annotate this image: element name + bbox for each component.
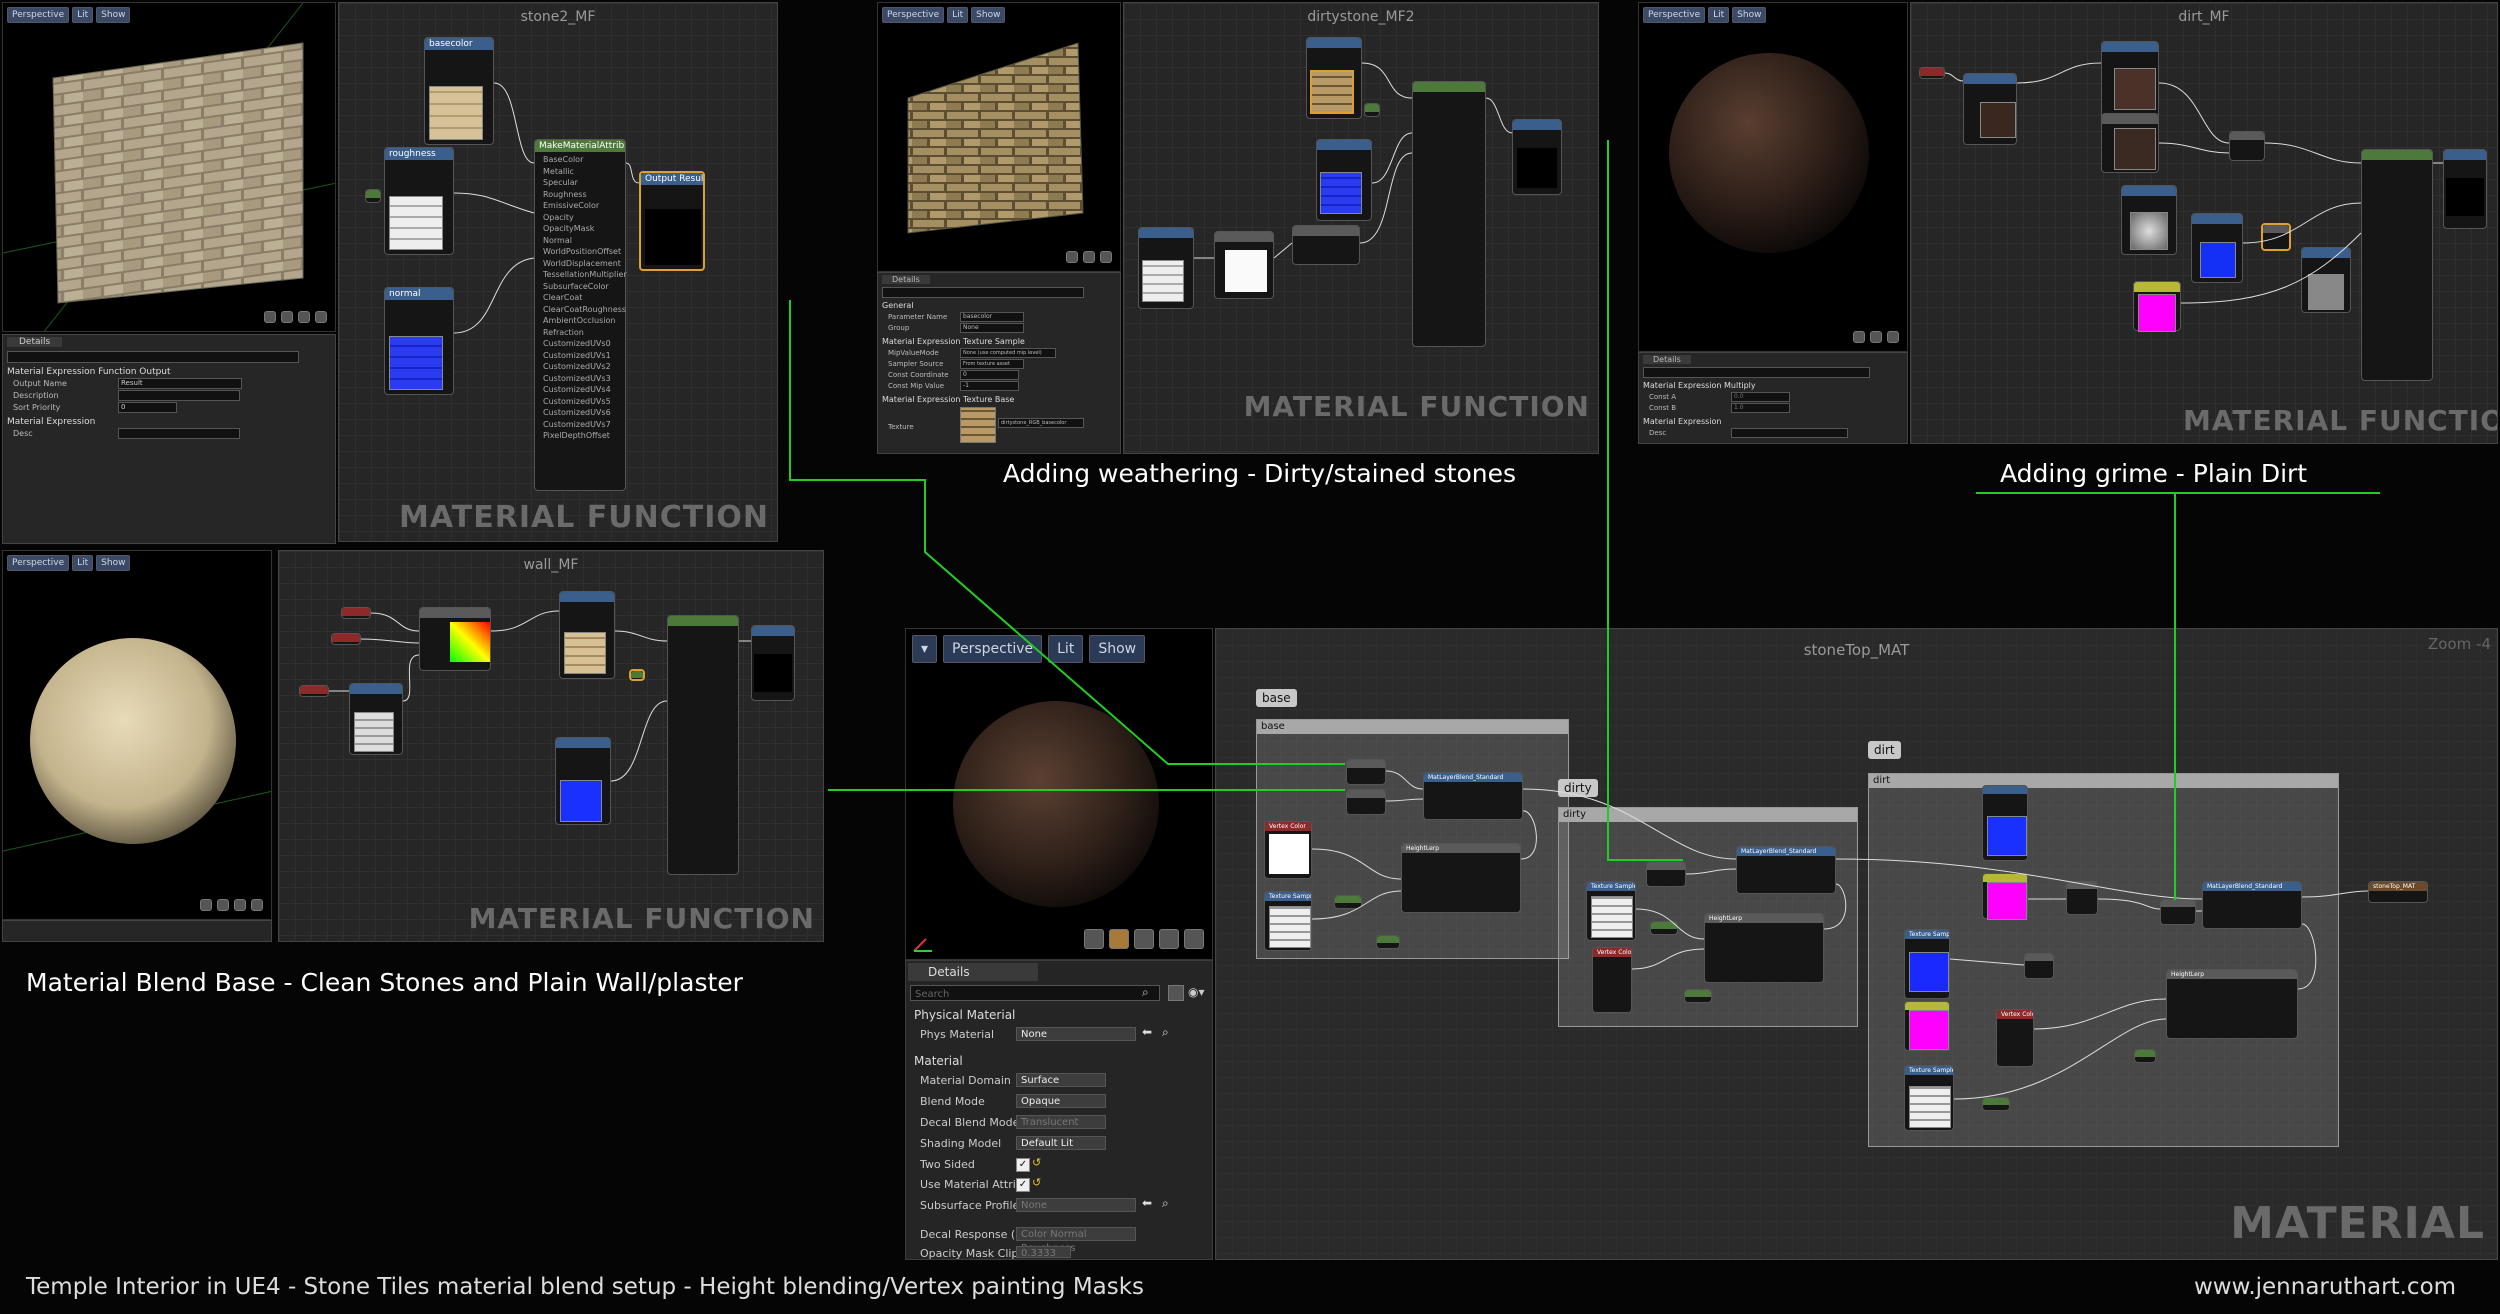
footer-left-text: Temple Interior in UE4 - Stone Tiles mat… [26, 1274, 1145, 1300]
green-connector-lines [789, 140, 2380, 900]
footer-right-text: www.jennaruthart.com [2194, 1274, 2457, 1300]
